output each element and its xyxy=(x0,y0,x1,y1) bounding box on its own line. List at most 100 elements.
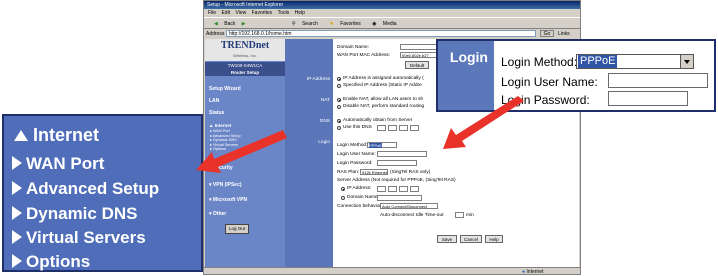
callout-item-options[interactable]: Options xyxy=(12,252,90,272)
login-section-label: Login xyxy=(438,41,494,110)
globe-icon: ● xyxy=(522,269,526,275)
go-button[interactable]: Go xyxy=(540,30,554,37)
menu-file[interactable]: File xyxy=(208,10,216,16)
internet-menu-header[interactable]: Internet xyxy=(14,125,99,146)
search-button[interactable]: ⚲ Search xyxy=(287,21,318,27)
save-button[interactable]: Save xyxy=(437,235,457,243)
callout-item-virtual-servers[interactable]: Virtual Servers xyxy=(12,228,146,248)
login-callout: Login Login Method: PPPoE Login User Nam… xyxy=(436,39,716,112)
auto-disconnect-label: Auto-disconnect Idle Time-out xyxy=(380,213,444,218)
logout-button[interactable]: Log Out xyxy=(225,224,249,234)
nat-enable-label: Enable NAT, allow all LAN users to sh xyxy=(343,97,424,102)
dropdown-arrow-icon[interactable] xyxy=(680,55,693,68)
menu-tools[interactable]: Tools xyxy=(278,10,290,16)
nav-status[interactable]: Status xyxy=(209,110,224,116)
callout-login-user-input[interactable] xyxy=(608,73,708,88)
menu-favorites[interactable]: Favorites xyxy=(252,10,273,16)
dns-octet-2[interactable] xyxy=(388,125,397,131)
callout-login-user-label: Login User Name: xyxy=(501,75,598,89)
cancel-button[interactable]: Cancel xyxy=(460,235,482,243)
menu-view[interactable]: View xyxy=(235,10,246,16)
back-arrow-icon: ◀ xyxy=(214,21,218,27)
nav-other[interactable]: ▾ Other xyxy=(209,211,226,217)
nav-security[interactable]: ▾ Security xyxy=(209,165,233,171)
wan-mac-label: WAN Port MAC Address: xyxy=(337,53,391,58)
section-labels-column: IP Address NAT DNS Login xyxy=(285,39,333,267)
server-address-label: Server Address (Not required for PPPoE, … xyxy=(337,178,456,183)
server-domain-input[interactable] xyxy=(377,195,422,201)
toolbar: ◀ Back ▶ ⚲ Search ★ Favorites ◉ Media xyxy=(204,17,580,29)
ras-note: (SingTel RAS only) xyxy=(390,170,431,175)
nav-internet[interactable]: ▲ Internet xyxy=(209,123,231,128)
nat-disable-radio[interactable] xyxy=(337,105,341,109)
server-ip-radio[interactable] xyxy=(341,187,345,191)
server-ip-label: IP Address: xyxy=(347,186,372,191)
callout-item-wan-port[interactable]: WAN Port xyxy=(12,154,104,174)
login-user-input[interactable] xyxy=(377,151,427,157)
callout-login-method-label: Login Method: xyxy=(501,55,578,69)
dns-use-label: Use this DNS xyxy=(343,125,372,130)
connection-behavior-label: Connection behavior xyxy=(337,204,382,209)
callout-item-advanced-setup[interactable]: Advanced Setup xyxy=(12,179,159,199)
nav-setup-wizard[interactable]: Setup Wizard xyxy=(209,86,241,92)
idle-timeout-input[interactable] xyxy=(455,212,464,218)
ras-plan-label: RAS Plan: xyxy=(337,170,360,175)
label-login: Login xyxy=(318,140,330,145)
callout-login-method-select[interactable]: PPPoE xyxy=(576,54,694,69)
dns-use-radio[interactable] xyxy=(337,126,341,130)
menu-edit[interactable]: Edit xyxy=(221,10,230,16)
arrow-right-icon xyxy=(12,254,22,268)
expand-up-icon xyxy=(14,130,28,141)
window-title: Setup - Microsoft Internet Explorer xyxy=(204,1,580,9)
ip-auto-radio[interactable] xyxy=(337,77,341,81)
nav-sub-options[interactable]: ▸ Options xyxy=(210,147,226,152)
help-button[interactable]: Help xyxy=(485,235,503,243)
login-method-select[interactable]: PPPoE xyxy=(367,142,397,148)
back-button[interactable]: ◀ Back xyxy=(209,21,235,27)
arrow-right-icon xyxy=(12,206,22,220)
ras-plan-select[interactable]: 512k Ethernet xyxy=(360,169,388,175)
ip-auto-label: IP Address is assigned automatically ( xyxy=(343,76,424,81)
callout-login-password-label: Login Password: xyxy=(501,93,590,107)
media-icon: ◉ xyxy=(372,21,377,27)
internet-menu-callout: Internet WAN Port Advanced Setup Dynamic… xyxy=(2,114,203,272)
default-button[interactable]: Default xyxy=(405,61,429,69)
search-icon: ⚲ xyxy=(292,21,296,27)
nav-microsoft-vpn[interactable]: ▾ Microsoft VPN xyxy=(209,197,247,203)
label-dns: DNS xyxy=(319,119,330,124)
nat-enable-radio[interactable] xyxy=(337,98,341,102)
domain-name-label: Domain Name: xyxy=(337,45,369,50)
connection-behavior-select[interactable]: Auto Connect/Disconnect xyxy=(380,203,438,209)
server-ip-octet-4[interactable] xyxy=(410,186,419,192)
menu-help[interactable]: Help xyxy=(295,10,305,16)
arrow-right-icon xyxy=(12,230,22,244)
nav-vpn[interactable]: ▾ VPN (IPSec) xyxy=(209,182,242,188)
nav-lan[interactable]: LAN xyxy=(209,98,219,104)
login-user-label: Login User Name: xyxy=(337,152,376,157)
ip-static-radio[interactable] xyxy=(337,84,341,88)
media-button[interactable]: ◉ Media xyxy=(367,21,396,27)
address-input[interactable]: http://192.168.0.1/home.htm xyxy=(226,30,536,37)
trendnet-logo: TRENDnet Wireless, Inc. xyxy=(205,39,285,61)
arrow-right-icon xyxy=(12,156,22,170)
login-password-input[interactable] xyxy=(377,160,417,166)
server-domain-label: Domain Name: xyxy=(347,195,379,200)
server-ip-octet-3[interactable] xyxy=(399,186,408,192)
callout-login-password-input[interactable] xyxy=(608,91,688,106)
server-ip-octet-1[interactable] xyxy=(377,186,386,192)
favorites-button[interactable]: ★ Favorites xyxy=(324,21,360,27)
dns-auto-radio[interactable] xyxy=(337,119,341,123)
server-domain-radio[interactable] xyxy=(341,196,345,200)
links-label[interactable]: Links xyxy=(558,29,570,39)
label-ip-address: IP Address xyxy=(306,77,330,82)
dns-octet-4[interactable] xyxy=(410,125,419,131)
status-bar: ● Internet xyxy=(204,267,580,275)
nat-disable-label: Disable NAT, perform standard routing xyxy=(343,104,425,109)
callout-item-dynamic-dns[interactable]: Dynamic DNS xyxy=(12,204,137,224)
callout-login-method-value: PPPoE xyxy=(578,55,618,68)
dns-octet-3[interactable] xyxy=(399,125,408,131)
label-nat: NAT xyxy=(320,98,330,103)
forward-icon[interactable]: ▶ xyxy=(242,21,246,27)
dns-octet-1[interactable] xyxy=(377,125,386,131)
server-ip-octet-2[interactable] xyxy=(388,186,397,192)
